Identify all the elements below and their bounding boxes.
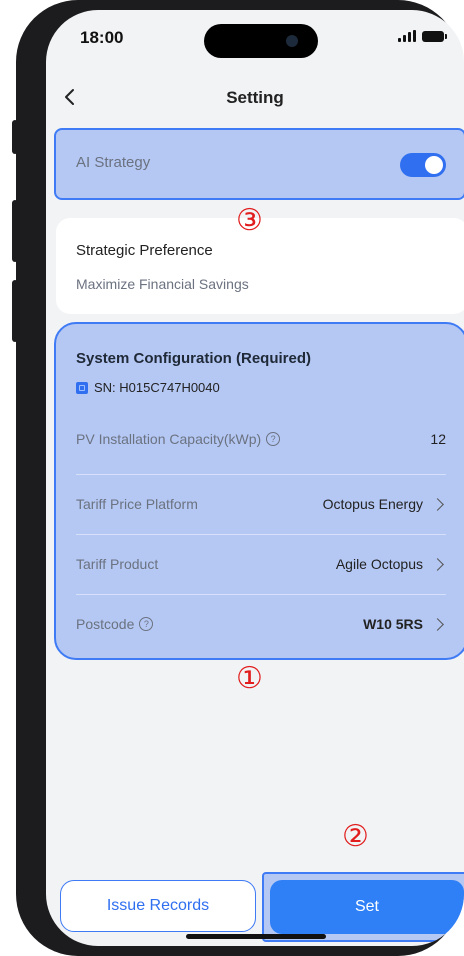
ai-strategy-label: AI Strategy [76,154,151,171]
annotation-marker-2: ② [342,820,369,853]
strategic-preference-title: Strategic Preference [76,242,213,259]
postcode-row[interactable]: Postcode ? W10 5RS [76,594,446,653]
toggle-knob [425,156,443,174]
camera-icon [286,35,298,47]
set-button[interactable]: Set [270,880,464,934]
status-time: 18:00 [80,28,124,47]
signal-icon [398,30,416,42]
status-icons [398,30,447,42]
phone-screen: 18:00 Setting AI Strategy Strategic Pref… [46,10,464,946]
system-configuration-card: System Configuration (Required) SN: H015… [54,322,464,660]
postcode-value: W10 5RS [363,616,423,632]
help-icon[interactable]: ? [266,432,281,446]
tariff-product-label: Tariff Product [76,556,159,572]
annotation-marker-3: ③ [236,204,263,237]
home-indicator [186,934,326,939]
postcode-label: Postcode [76,616,135,632]
dynamic-island [204,24,318,58]
device-icon [76,381,88,394]
page-title: Setting [226,88,284,107]
tariff-platform-value: Octopus Energy [322,496,423,512]
help-icon[interactable]: ? [139,617,154,631]
pv-capacity-row[interactable]: PV Installation Capacity(kWp) ? 12 [76,410,446,468]
battery-icon [422,30,447,42]
issue-records-button[interactable]: Issue Records [60,880,256,932]
strategic-preference-value: Maximize Financial Savings [76,276,249,292]
tariff-product-row[interactable]: Tariff Product Agile Octopus [76,534,446,593]
annotation-marker-1: ① [236,662,263,695]
set-button-highlight: Set [262,872,464,942]
chevron-right-icon [431,557,444,571]
pv-capacity-label: PV Installation Capacity(kWp) [76,431,262,447]
system-configuration-title: System Configuration (Required) [76,350,312,367]
pv-capacity-value: 12 [430,431,446,447]
ai-strategy-toggle[interactable] [400,153,446,177]
chevron-right-icon [431,497,444,511]
tariff-product-value: Agile Octopus [335,556,423,572]
chevron-right-icon [431,617,444,631]
serial-number-text: SN: H015C747H0040 [94,380,220,395]
tariff-platform-row[interactable]: Tariff Price Platform Octopus Energy [76,474,446,533]
tariff-platform-label: Tariff Price Platform [76,496,198,512]
phone-frame: 18:00 Setting AI Strategy Strategic Pref… [16,0,464,956]
ai-strategy-card: AI Strategy [54,128,464,200]
serial-number: SN: H015C747H0040 [76,380,220,395]
